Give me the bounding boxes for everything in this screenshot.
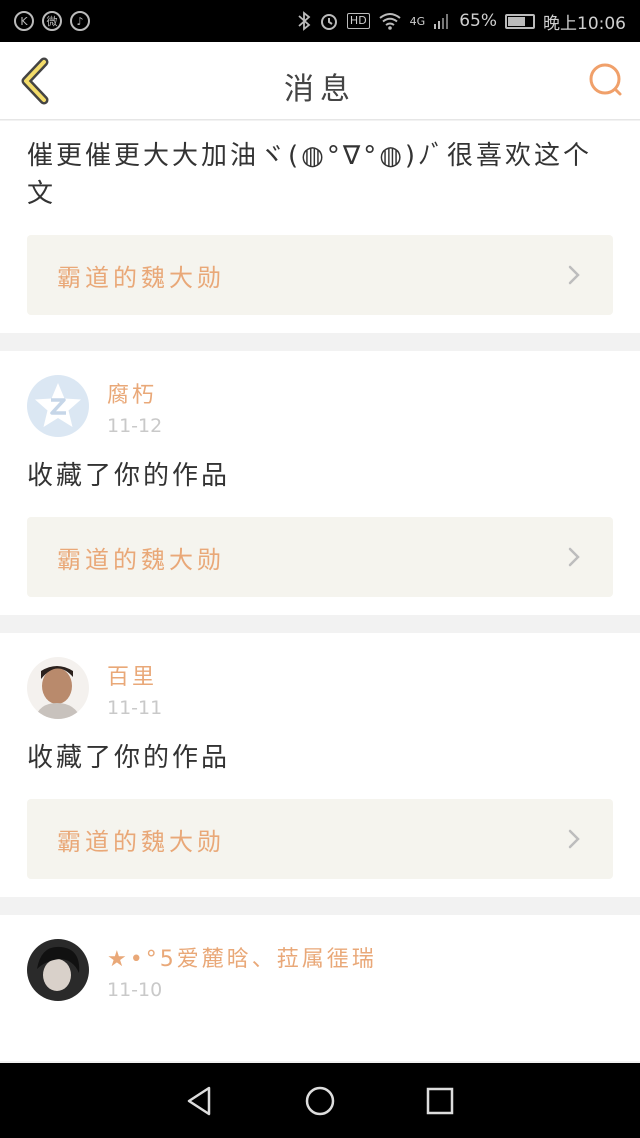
wifi-icon (379, 13, 401, 30)
message-list[interactable]: 催更催更大大加油ヾ(◍°∇°◍)ﾉﾞ很喜欢这个文 霸道的魏大勋 腐朽 11-12… (0, 121, 640, 1063)
username[interactable]: ★•°5爱麓晗、菈属徰瑞 (107, 945, 377, 975)
comment-text: 催更催更大大加油ヾ(◍°∇°◍)ﾉﾞ很喜欢这个文 (27, 141, 593, 209)
list-item: 腐朽 11-12 收藏了你的作品 霸道的魏大勋 (0, 351, 640, 615)
username[interactable]: 百里 (107, 663, 162, 693)
username[interactable]: 腐朽 (107, 381, 162, 411)
action-text: 收藏了你的作品 (27, 461, 231, 491)
square-recents-icon (426, 1087, 454, 1114)
user-photo (27, 939, 89, 1001)
nav-back-button[interactable] (180, 1081, 220, 1121)
avatar[interactable] (27, 375, 89, 437)
action-text: 收藏了你的作品 (27, 743, 231, 773)
avatar[interactable] (27, 657, 89, 719)
user-info: 百里 11-11 (107, 657, 162, 719)
page-title: 消息 (284, 72, 356, 107)
date: 11-12 (107, 415, 163, 437)
bluetooth-icon (298, 11, 311, 31)
notification-icons: K 微 ♪ (14, 11, 90, 31)
list-item: 催更催更大大加油ヾ(◍°∇°◍)ﾉﾞ很喜欢这个文 霸道的魏大勋 (0, 121, 640, 333)
list-item: ★•°5爱麓晗、菈属徰瑞 11-10 (0, 915, 640, 1061)
avatar[interactable] (27, 939, 89, 1001)
nav-home-button[interactable] (300, 1081, 340, 1121)
card-header: 腐朽 11-12 (27, 351, 613, 437)
system-icons: HD 4G 65% 晚上10:06 (297, 9, 626, 34)
alarm-icon (320, 14, 337, 30)
system-nav-bar (0, 1063, 640, 1138)
chevron-right-icon (568, 829, 580, 849)
work-link[interactable]: 霸道的魏大勋 (27, 799, 613, 879)
battery-percent: 65% (459, 11, 497, 31)
date: 11-10 (107, 979, 163, 1001)
hd-icon: HD (346, 13, 370, 29)
list-item: 百里 11-11 收藏了你的作品 霸道的魏大勋 (0, 633, 640, 897)
battery-icon (505, 13, 535, 29)
header: 消息 (0, 42, 640, 120)
user-info: 腐朽 11-12 (107, 375, 162, 437)
network-type: 4G (409, 14, 426, 28)
signal-icon (434, 14, 449, 29)
status-bar: K 微 ♪ HD 4G 65% 晚上10:06 (0, 0, 640, 42)
work-link[interactable]: 霸道的魏大勋 (27, 517, 613, 597)
user-photo (27, 657, 89, 719)
circle-home-icon (305, 1086, 335, 1115)
date: 11-11 (107, 697, 163, 719)
wechat-icon: 微 (42, 11, 62, 31)
work-link[interactable]: 霸道的魏大勋 (27, 235, 613, 315)
work-title: 霸道的魏大勋 (57, 827, 225, 856)
nav-recents-button[interactable] (420, 1081, 460, 1121)
card-header: ★•°5爱麓晗、菈属徰瑞 11-10 (27, 915, 613, 1001)
search-icon[interactable] (586, 60, 626, 100)
app-k-icon: K (14, 11, 34, 31)
qq-zone-star-icon (35, 383, 81, 427)
user-info: ★•°5爱麓晗、菈属徰瑞 11-10 (107, 939, 377, 1001)
clock: 晚上10:06 (543, 13, 626, 34)
work-title: 霸道的魏大勋 (57, 263, 225, 292)
chevron-right-icon (568, 547, 580, 567)
work-title: 霸道的魏大勋 (57, 545, 225, 574)
triangle-back-icon (187, 1086, 211, 1115)
chevron-right-icon (568, 265, 580, 285)
card-header: 百里 11-11 (27, 633, 613, 719)
tiktok-icon: ♪ (70, 11, 90, 31)
